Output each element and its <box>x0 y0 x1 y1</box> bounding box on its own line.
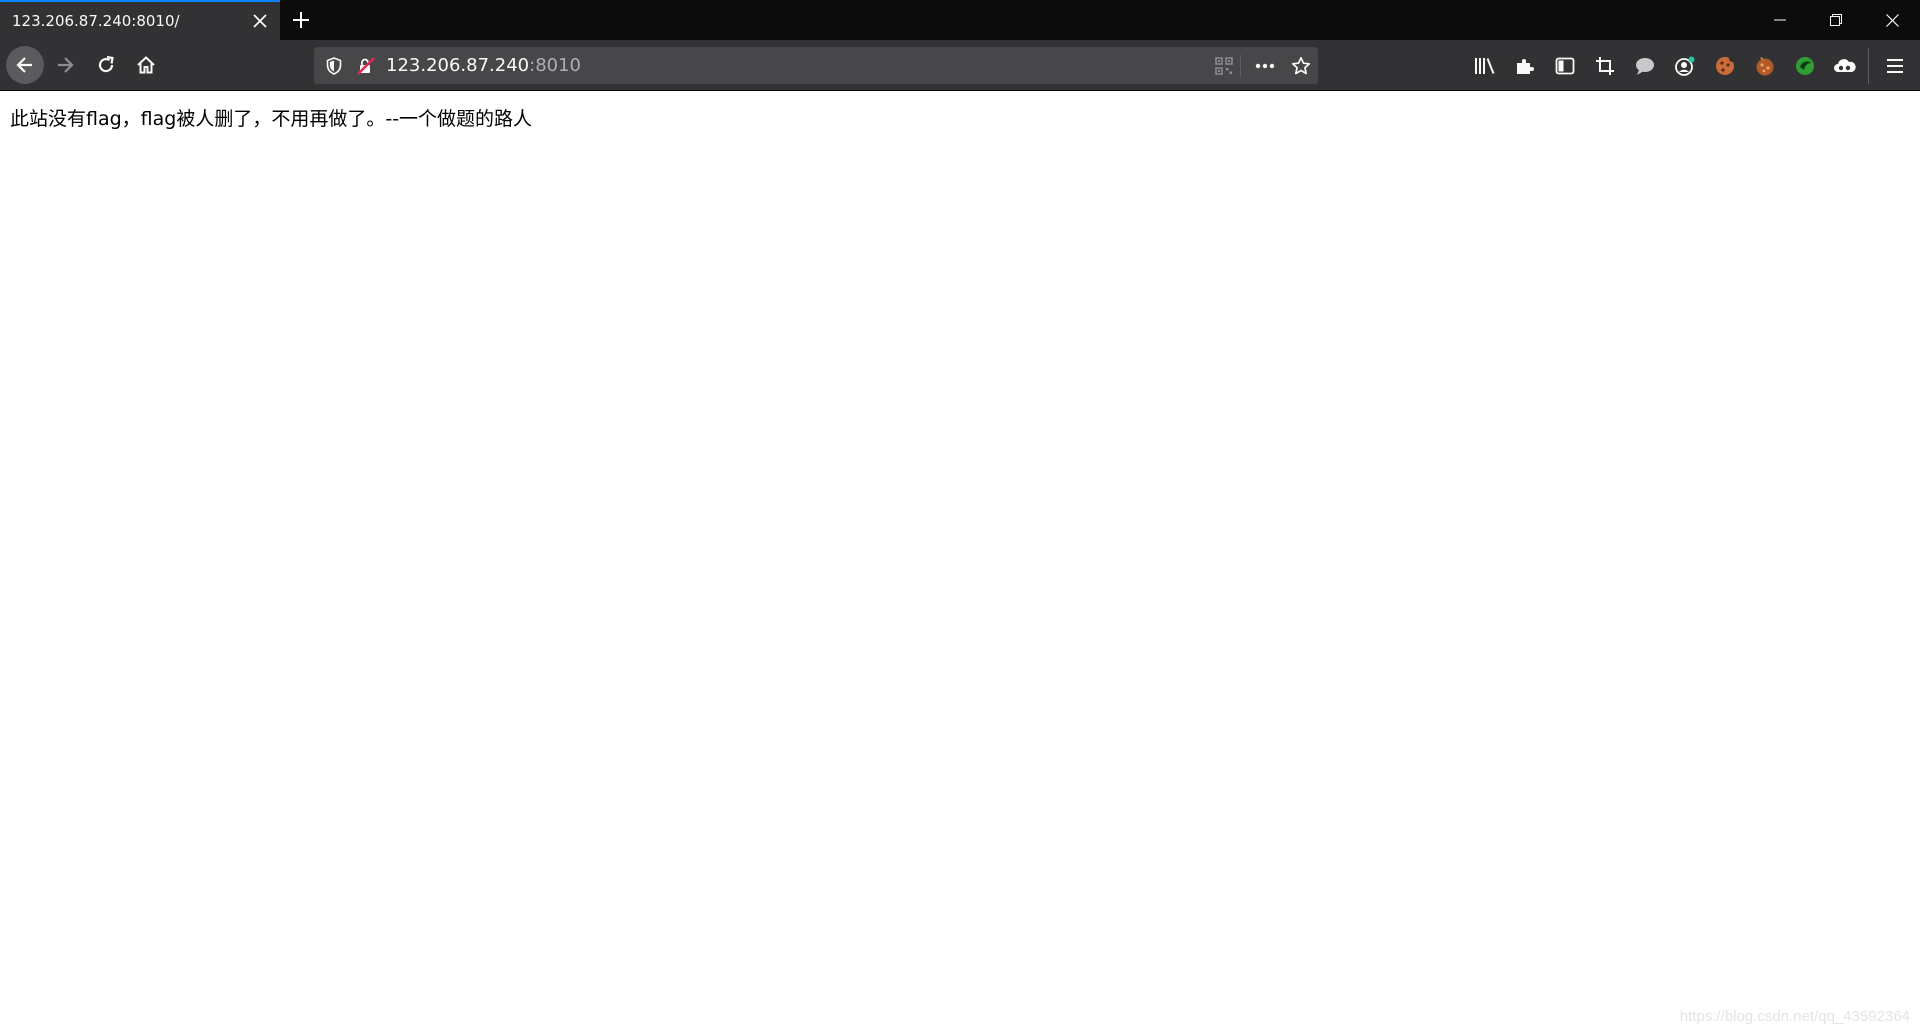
forward-button[interactable] <box>46 46 84 84</box>
new-tab-plus-icon[interactable] <box>280 0 322 40</box>
address-bar[interactable]: 123.206.87.240:8010 <box>314 47 1318 84</box>
navigation-toolbar: 123.206.87.240:8010 <box>0 40 1920 91</box>
cookie-icon[interactable] <box>1712 53 1738 79</box>
toolbar-divider <box>1868 48 1869 84</box>
forward-arrow-icon <box>58 57 74 73</box>
cloud-extension-icon[interactable] <box>1832 53 1858 79</box>
library-icon[interactable] <box>1472 53 1498 79</box>
restore-icon[interactable] <box>1808 0 1864 40</box>
bookmark-star-icon[interactable] <box>1286 47 1316 84</box>
home-icon <box>137 56 155 74</box>
account-icon[interactable] <box>1672 53 1698 79</box>
back-button[interactable] <box>6 46 44 84</box>
tab-strip: 123.206.87.240:8010/ <box>0 0 1920 40</box>
sidebar-icon[interactable] <box>1552 53 1578 79</box>
green-extension-icon[interactable] <box>1792 53 1818 79</box>
cookie-editor-icon[interactable] <box>1752 53 1778 79</box>
home-button[interactable] <box>127 46 165 84</box>
page-body-text: 此站没有flag，flag被人删了，不用再做了。--一个做题的路人 <box>10 108 533 130</box>
back-arrow-icon <box>16 57 32 73</box>
active-tab[interactable]: 123.206.87.240:8010/ <box>0 0 280 40</box>
tab-close-icon[interactable] <box>240 2 280 40</box>
extensions-puzzle-icon[interactable] <box>1512 53 1538 79</box>
reload-button[interactable] <box>87 46 125 84</box>
url-text[interactable]: 123.206.87.240:8010 <box>386 47 581 84</box>
chat-bubble-icon[interactable] <box>1632 53 1658 79</box>
minimize-icon[interactable] <box>1752 0 1808 40</box>
window-controls <box>1752 0 1920 40</box>
url-port: :8010 <box>529 55 582 76</box>
hamburger-menu-icon[interactable] <box>1882 53 1908 79</box>
screenshot-crop-icon[interactable] <box>1592 53 1618 79</box>
page-content: 此站没有flag，flag被人删了，不用再做了。--一个做题的路人 https:… <box>0 92 1920 1030</box>
close-window-icon[interactable] <box>1864 0 1920 40</box>
reload-icon <box>98 55 114 73</box>
address-bar-divider <box>1240 55 1241 77</box>
tracking-protection-shield-icon[interactable] <box>320 47 348 84</box>
page-actions-more-icon[interactable] <box>1248 47 1282 84</box>
insecure-connection-icon[interactable] <box>352 47 380 84</box>
url-host: 123.206.87.240 <box>386 55 530 76</box>
watermark-text: https://blog.csdn.net/qq_43592364 <box>1679 1008 1910 1025</box>
qr-code-icon[interactable] <box>1210 47 1238 84</box>
tab-title: 123.206.87.240:8010/ <box>12 12 180 30</box>
